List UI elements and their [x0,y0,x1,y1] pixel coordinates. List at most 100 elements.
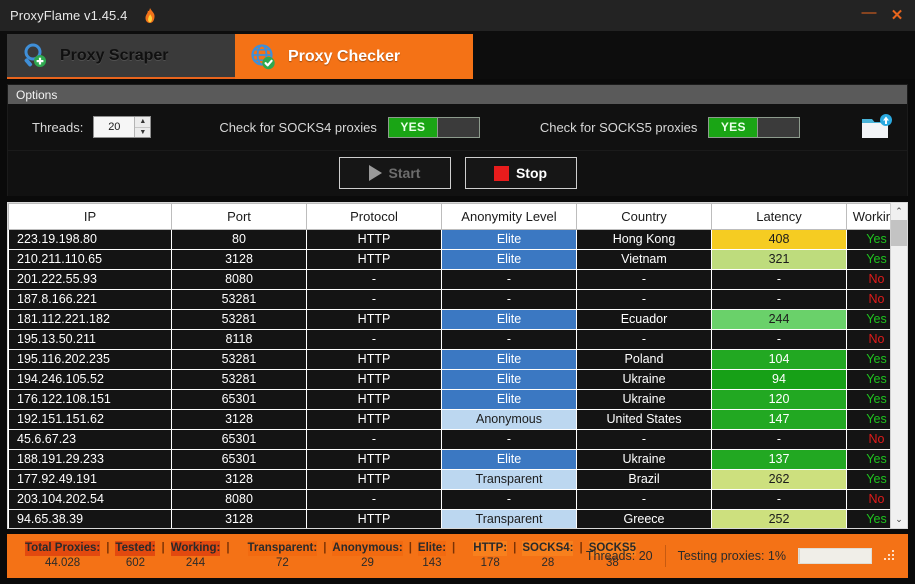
cell-protocol: HTTP [306,308,442,330]
scrollbar-thumb[interactable] [890,219,907,246]
cell-port: 3128 [171,408,307,430]
socks4-toggle-state[interactable]: YES [388,117,437,137]
cell-port: 53281 [171,308,307,330]
chevron-down-icon[interactable]: ▼ [135,128,150,138]
cell-anonymity: Elite [441,248,577,270]
table-row[interactable]: 187.8.166.221 53281- - - - No [8,288,890,310]
column-header-ip[interactable]: IP [8,202,172,230]
cell-ip: 188.191.29.233 [8,448,172,470]
cell-country: - [576,428,712,450]
folder-import-icon[interactable] [855,107,895,147]
cell-anonymity: - [441,488,577,510]
tab-proxy-scraper[interactable]: Proxy Scraper [7,34,235,79]
stat-value: 244 [185,557,206,569]
stat-label: Transparent: [247,541,318,556]
cell-working: Yes [846,508,890,528]
cell-country: Ecuador [576,308,712,330]
cell-country: - [576,328,712,350]
stop-button[interactable]: Stop [464,157,577,190]
threads-value[interactable]: 20 [94,117,134,137]
cell-working: Yes [846,308,890,330]
cell-port: 3128 [171,248,307,270]
stat-label: Tested: [115,541,156,556]
cell-anonymity: Transparent [441,508,577,528]
table-row[interactable]: 194.246.105.52 53281 HTTP Elite Ukraine 94 Yes [8,368,890,390]
close-button[interactable]: ✕ [883,3,911,29]
cell-working: Yes [846,468,890,490]
title-bar: ProxyFlame v1.45.4 — ✕ [0,0,915,31]
chevron-up-icon[interactable]: ▲ [135,117,151,128]
cell-ip: 201.222.55.93 [8,268,172,290]
table-row[interactable]: 192.151.151.62 3128 HTTP Anonymous United St… [8,408,890,430]
table-row[interactable]: 94.65.38.39 3128 HTTP Transparent Greece 252 Y… [8,508,890,528]
minimize-button[interactable]: — [855,3,883,29]
socks4-toggle-knob[interactable] [436,117,479,137]
cell-ip: 194.246.105.52 [8,368,172,390]
cell-working: No [846,488,890,510]
cell-working: Yes [846,348,890,370]
cell-latency: 408 [711,228,847,250]
stat-label: Working: [170,541,221,556]
statistics-group: Total Proxies: 44.028 | Tested: 602 | Working:… [7,537,642,575]
scrollbar-track[interactable] [890,219,907,511]
cell-latency: 137 [711,448,847,470]
table-row[interactable]: 201.222.55.93 8080- - - - No [8,268,890,290]
stat-value: 602 [125,557,146,569]
cell-country: Ukraine [576,388,712,410]
cell-port: 3128 [171,468,307,490]
tab-label: Proxy Checker [288,47,401,65]
cell-latency: 321 [711,248,847,270]
column-header-port[interactable]: Port [171,202,307,230]
column-header-protocol[interactable]: Protocol [306,202,442,230]
cell-working: Yes [846,388,890,410]
cell-protocol: HTTP [306,508,442,528]
socks5-toggle[interactable]: YES [708,116,801,138]
table-row[interactable]: 188.191.29.233 65301 HTTP Elite Ukraine 137 Ye… [8,448,890,470]
table-row[interactable]: 195.116.202.235 53281 HTTP Elite Poland 104 Ye… [8,348,890,370]
stat-label: HTTP: [473,541,508,556]
cell-anonymity: - [441,328,577,350]
cell-protocol: - [306,268,442,290]
start-button[interactable]: Start [338,157,451,190]
table-row[interactable]: 176.122.108.151 65301 HTTP Elite Ukraine 120 Y… [8,388,890,410]
cell-latency: 120 [711,388,847,410]
cell-latency: - [711,488,847,510]
column-header-anonymity-level[interactable]: Anonymity Level [441,202,577,230]
cell-port: 53281 [171,288,307,310]
socks5-toggle-state[interactable]: YES [709,117,758,137]
proxy-table: IP Port Protocol Anonymity Level Country Late… [8,202,890,528]
table-row[interactable]: 210.211.110.65 3128 HTTP Elite Vietnam 321 Yes [8,248,890,270]
column-header-latency[interactable]: Latency [711,202,847,230]
table-row[interactable]: 45.6.67.23 65301- - - - No [8,428,890,450]
resize-grip-icon[interactable] [884,550,896,562]
stat-working: Working: 244 [165,537,227,575]
threads-label: Threads: [32,119,84,135]
column-header-country[interactable]: Country [576,202,712,230]
table-row[interactable]: 203.104.202.54 8080- - - - No [8,488,890,510]
stat-tested: Tested: 602 [109,537,161,575]
start-button-label: Start [388,165,421,182]
table-row[interactable]: 177.92.49.191 3128 HTTP Transparent Brazil 26… [8,468,890,490]
table-vertical-scrollbar[interactable]: ⌃ ⌄ [890,202,908,528]
tab-proxy-checker[interactable]: Proxy Checker [235,34,473,79]
cell-working: Yes [846,448,890,470]
cell-anonymity: - [441,428,577,450]
threads-stepper[interactable]: 20 ▲ ▼ [93,116,152,138]
scroll-down-icon[interactable]: ⌄ [891,511,908,528]
cell-protocol: HTTP [306,368,442,390]
window-title: ProxyFlame v1.45.4 [10,8,128,23]
table-row[interactable]: 223.19.198.80 80 HTTP Elite Hong Kong 408 Yes [8,228,890,250]
socks4-toggle[interactable]: YES [387,116,480,138]
stat-value: 29 [361,557,374,569]
table-row[interactable]: 181.112.221.182 53281 HTTP Elite Ecuador 244 Y… [8,308,890,330]
cell-port: 3128 [171,508,307,528]
threads-stepper-arrows[interactable]: ▲ ▼ [134,117,151,138]
stat-label: Anonymous: [332,541,403,556]
scroll-up-icon[interactable]: ⌃ [891,203,908,220]
socks5-toggle-knob[interactable] [757,117,800,137]
cell-ip: 192.151.151.62 [8,408,172,430]
column-header-working[interactable]: Working [846,202,890,230]
cell-protocol: - [306,328,442,350]
table-row[interactable]: 195.13.50.211 8118- - - - No [8,328,890,350]
cell-working: Yes [846,408,890,430]
